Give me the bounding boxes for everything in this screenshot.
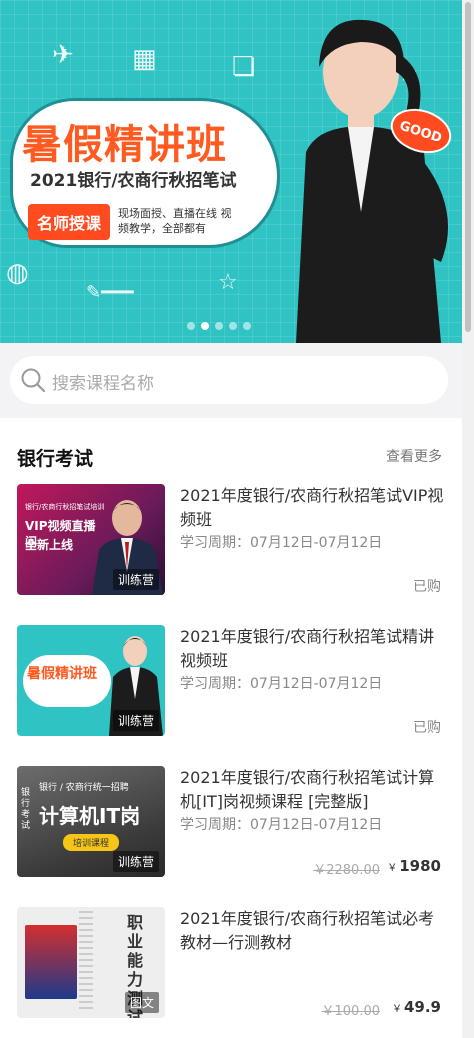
purchased-status: 已购	[413, 579, 441, 595]
course-item[interactable]: 职业能力测试 图文 2021年度银行/农商行秋招笔试必考教材—行测教材 ￥100…	[0, 907, 462, 1027]
view-more-link[interactable]: 查看更多	[386, 446, 442, 466]
course-title[interactable]: 2021年度银行/农商行秋招笔试必考教材—行测教材	[180, 907, 448, 955]
thumb-pill-text: 培训课程	[63, 834, 120, 851]
course-item[interactable]: 银行考试 银行 / 农商行统一招聘 计算机IT岗 培训课程 训练营 2021年度…	[0, 766, 462, 886]
thumb-main-text: 暑假精讲班	[27, 666, 97, 682]
banner-subtitle: 2021银行/农商行秋招笔试	[30, 171, 237, 191]
course-thumbnail: 银行/农商行秋招笔试培训 VIP视频直播间 全新上线 训练营	[17, 484, 165, 595]
teacher-tag: 名师授课	[28, 204, 111, 240]
price-value: 1980	[399, 857, 441, 875]
course-title[interactable]: 2021年度银行/农商行秋招笔试计算机[IT]岗视频课程 [完整版]	[180, 766, 448, 814]
currency-symbol: ￥	[391, 1004, 402, 1015]
course-period: 学习周期：07月12日-07月12日	[180, 535, 383, 551]
section-title: 银行考试	[17, 448, 94, 470]
tag-description: 现场面授、直播在线 视频教学，全部都有	[118, 207, 232, 235]
current-price: ￥ 49.9	[392, 998, 441, 1016]
calculator-icon: ▦	[132, 44, 157, 74]
original-price: ￥2280.00	[313, 863, 380, 878]
thumb-type-label: 训练营	[112, 569, 159, 590]
current-price: ￥ 1980	[387, 857, 441, 875]
page: ✈ ▦ ❏ ☆ ☆ ◍ ✎━━━ 💡 暑假精讲班 2021银行/农商行秋招笔试 …	[0, 0, 474, 1038]
course-period: 学习周期：07月12日-07月12日	[180, 676, 383, 692]
thumb-line2-text: 全新上线	[25, 538, 74, 552]
paper-plane-icon: ✈	[52, 40, 74, 70]
original-price: ￥100.00	[321, 1004, 381, 1019]
course-item[interactable]: 银行/农商行秋招笔试培训 VIP视频直播间 全新上线 训练营 2021年度银行/…	[0, 484, 462, 604]
thumb-type-label: 训练营	[112, 851, 159, 872]
page-scrollbar[interactable]	[462, 0, 474, 1038]
course-thumbnail: 职业能力测试 图文	[17, 907, 165, 1018]
carousel-dot[interactable]	[243, 322, 251, 330]
course-item[interactable]: 暑假精讲班 训练营 2021年度银行/农商行秋招笔试精讲视频班 学习周期：07月…	[0, 625, 462, 745]
carousel-dot[interactable]	[229, 322, 237, 330]
star-icon: ☆	[218, 270, 238, 295]
scrollbar-thumb[interactable]	[465, 2, 471, 332]
ball-icon: ◍	[6, 258, 29, 288]
price-value: 49.9	[403, 998, 441, 1016]
pencil-icon: ✎━━━	[86, 282, 134, 303]
currency-symbol: ￥	[387, 863, 398, 874]
book-cover	[25, 925, 77, 999]
thumb-top-text: 银行 / 农商行统一招聘	[39, 783, 129, 793]
search-placeholder: 搜索课程名称	[52, 374, 154, 394]
course-title[interactable]: 2021年度银行/农商行秋招笔试精讲视频班	[180, 625, 448, 673]
course-period: 学习周期：07月12日-07月12日	[180, 817, 383, 833]
carousel-dot[interactable]	[215, 322, 223, 330]
carousel-dot-active[interactable]	[201, 322, 209, 330]
course-title[interactable]: 2021年度银行/农商行秋招笔试VIP视频班	[180, 484, 448, 532]
carousel-dot[interactable]	[187, 322, 195, 330]
carousel-dots	[187, 322, 251, 330]
promo-banner[interactable]: ✈ ▦ ❏ ☆ ☆ ◍ ✎━━━ 💡 暑假精讲班 2021银行/农商行秋招笔试 …	[0, 0, 462, 343]
presenter-illustration	[296, 19, 449, 343]
course-thumbnail: 暑假精讲班 训练营	[17, 625, 165, 736]
thumb-type-label: 图文	[124, 992, 159, 1013]
search-input[interactable]: 搜索课程名称	[10, 356, 448, 404]
thumb-type-label: 训练营	[112, 710, 159, 731]
thumb-main-text: 计算机IT岗	[39, 804, 141, 828]
bank-exam-section: 银行考试 查看更多 银行/农商行秋招笔试培训 VIP视频直播间 全新上线 训练营…	[0, 418, 462, 1038]
thumb-side-text: 银行考试	[21, 788, 31, 831]
search-icon	[21, 368, 46, 393]
banner-title: 暑假精讲班	[22, 122, 227, 168]
course-thumbnail: 银行考试 银行 / 农商行统一招聘 计算机IT岗 培训课程 训练营	[17, 766, 165, 877]
purchased-status: 已购	[413, 720, 441, 736]
search-area: 搜索课程名称	[0, 343, 462, 418]
book-spine	[79, 911, 93, 1011]
book-icon: ❏	[232, 52, 256, 82]
